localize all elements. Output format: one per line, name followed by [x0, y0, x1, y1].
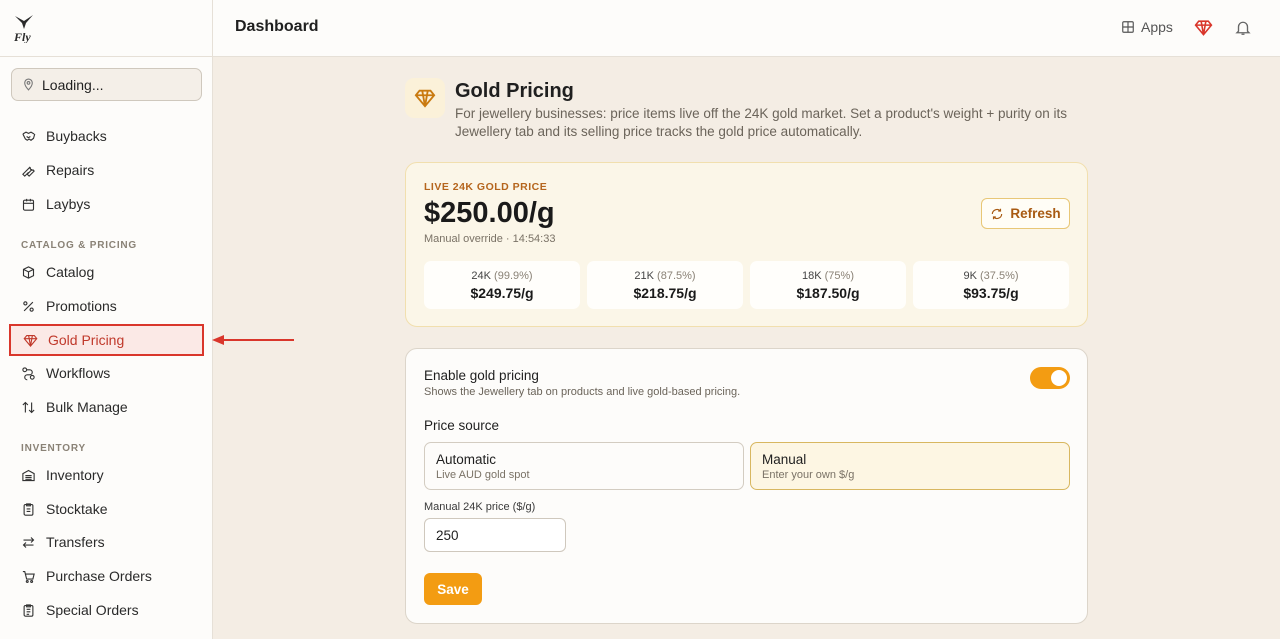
- page-title: Gold Pricing: [455, 80, 574, 102]
- karat-name: 18K: [802, 269, 822, 282]
- sort-arrows-icon: [22, 401, 35, 413]
- live-price-value: $250.00/g: [424, 197, 555, 229]
- sidebar-item-gold-pricing[interactable]: Gold Pricing: [9, 324, 204, 356]
- divider: [0, 56, 213, 57]
- karat-purity: (87.5%): [657, 269, 696, 282]
- karat-name: 24K: [471, 269, 491, 282]
- sidebar-item-label: Purchase Orders: [46, 568, 152, 584]
- sidebar-item-label: Catalog: [46, 264, 95, 280]
- live-price-subtitle: Manual override · 14:54:33: [424, 233, 556, 245]
- gem-icon: [23, 334, 38, 347]
- gold-pricing-header-icon: [405, 78, 445, 118]
- calendar-icon: [22, 198, 35, 211]
- topbar: Dashboard Apps: [213, 0, 1280, 57]
- karat-purity: (99.9%): [494, 269, 533, 282]
- karat-purity: (37.5%): [980, 269, 1019, 282]
- refresh-button[interactable]: Refresh: [981, 198, 1070, 229]
- sidebar-item-label: Laybys: [46, 196, 91, 212]
- karat-purity: (75%): [824, 269, 854, 282]
- option-title: Automatic: [436, 452, 497, 467]
- live-gold-price-card: LIVE 24K GOLD PRICE $250.00/g Manual ove…: [405, 162, 1088, 327]
- handshake-icon: [22, 130, 36, 141]
- percent-icon: [23, 300, 34, 312]
- workflow-icon: [22, 366, 35, 380]
- warehouse-icon: [22, 469, 35, 481]
- map-pin-icon: [24, 78, 33, 91]
- live-price-label: LIVE 24K GOLD PRICE: [424, 181, 548, 193]
- enable-gold-pricing-toggle[interactable]: [1030, 367, 1070, 389]
- sidebar-item-special-orders[interactable]: Special Orders: [13, 595, 203, 625]
- karat-value: $218.75/g: [633, 284, 697, 301]
- sidebar-item-label: Gold Pricing: [48, 332, 125, 348]
- sidebar-item-promotions[interactable]: Promotions: [13, 291, 203, 321]
- wrench-icon: [22, 166, 35, 177]
- sidebar-item-laybys[interactable]: Laybys: [13, 189, 203, 219]
- apps-button[interactable]: Apps: [1121, 19, 1173, 35]
- enable-gold-pricing-description: Shows the Jewellery tab on products and …: [424, 386, 741, 398]
- section-label-inventory: INVENTORY: [21, 443, 86, 454]
- karat-value: $93.75/g: [963, 284, 1019, 301]
- clipboard-list-icon: [23, 603, 34, 617]
- sidebar-item-stocktake[interactable]: Stocktake: [13, 494, 203, 524]
- annotation-arrow: [212, 335, 294, 345]
- gem-icon[interactable]: [1194, 18, 1213, 37]
- karat-value: $187.50/g: [796, 284, 860, 301]
- sidebar-item-bulk-manage[interactable]: Bulk Manage: [13, 392, 203, 422]
- location-selector[interactable]: Loading...: [11, 68, 202, 101]
- page-description: For jewellery businesses: price items li…: [455, 106, 1067, 139]
- price-source-manual[interactable]: Manual Enter your own $/g: [750, 442, 1070, 490]
- sidebar: Fly Loading... Buybacks Repairs Laybys C…: [0, 0, 213, 639]
- karat-cell-21k: 21K (87.5%) $218.75/g: [587, 261, 743, 309]
- bell-icon[interactable]: [1234, 18, 1252, 37]
- cart-icon: [22, 570, 35, 583]
- manual-price-input[interactable]: [424, 518, 566, 552]
- gold-pricing-settings-card: Enable gold pricing Shows the Jewellery …: [405, 348, 1088, 624]
- manual-price-label: Manual 24K price ($/g): [424, 501, 536, 513]
- option-description: Live AUD gold spot: [436, 469, 530, 481]
- sidebar-item-label: Bulk Manage: [46, 399, 128, 415]
- box-icon: [22, 265, 35, 279]
- sidebar-item-repairs[interactable]: Repairs: [13, 155, 203, 185]
- refresh-icon: [992, 208, 1003, 219]
- price-source-automatic[interactable]: Automatic Live AUD gold spot: [424, 442, 744, 490]
- sidebar-item-workflows[interactable]: Workflows: [13, 358, 203, 388]
- sidebar-item-label: Buybacks: [46, 128, 107, 144]
- price-source-label: Price source: [424, 418, 500, 433]
- karat-cell-9k: 9K (37.5%) $93.75/g: [913, 261, 1069, 309]
- sidebar-item-buybacks[interactable]: Buybacks: [13, 121, 203, 151]
- enable-gold-pricing-title: Enable gold pricing: [424, 368, 539, 383]
- grid-icon: [1122, 21, 1134, 33]
- toggle-knob: [1051, 370, 1067, 386]
- location-label: Loading...: [42, 76, 104, 93]
- logo-text: Fly: [13, 30, 31, 43]
- sidebar-item-label: Workflows: [46, 365, 111, 381]
- sidebar-item-label: Promotions: [46, 298, 117, 314]
- karat-price-row: 24K (99.9%) $249.75/g 21K (87.5%) $218.7…: [424, 261, 1069, 309]
- sidebar-item-label: Repairs: [46, 162, 95, 178]
- sidebar-item-purchase-orders[interactable]: Purchase Orders: [13, 561, 203, 591]
- save-button[interactable]: Save: [424, 573, 482, 605]
- transfer-arrows-icon: [22, 536, 35, 548]
- sidebar-item-catalog[interactable]: Catalog: [13, 257, 203, 287]
- sidebar-item-inventory[interactable]: Inventory: [13, 460, 203, 490]
- sidebar-item-label: Inventory: [46, 467, 104, 483]
- karat-cell-18k: 18K (75%) $187.50/g: [750, 261, 906, 309]
- karat-name: 9K: [963, 269, 977, 282]
- option-description: Enter your own $/g: [762, 469, 855, 481]
- gem-icon: [414, 89, 436, 108]
- section-label-catalog: CATALOG & PRICING: [21, 240, 138, 251]
- sidebar-item-label: Special Orders: [46, 602, 139, 618]
- topbar-title: Dashboard: [235, 18, 319, 35]
- karat-cell-24k: 24K (99.9%) $249.75/g: [424, 261, 580, 309]
- apps-label: Apps: [1141, 19, 1173, 35]
- sidebar-item-label: Transfers: [46, 534, 105, 550]
- karat-value: $249.75/g: [470, 284, 534, 301]
- fly-logo[interactable]: Fly: [13, 13, 37, 44]
- option-title: Manual: [762, 452, 807, 467]
- sidebar-item-transfers[interactable]: Transfers: [13, 527, 203, 557]
- clipboard-icon: [23, 502, 34, 516]
- refresh-label: Refresh: [1010, 206, 1061, 221]
- karat-name: 21K: [634, 269, 654, 282]
- sidebar-item-label: Stocktake: [46, 501, 108, 517]
